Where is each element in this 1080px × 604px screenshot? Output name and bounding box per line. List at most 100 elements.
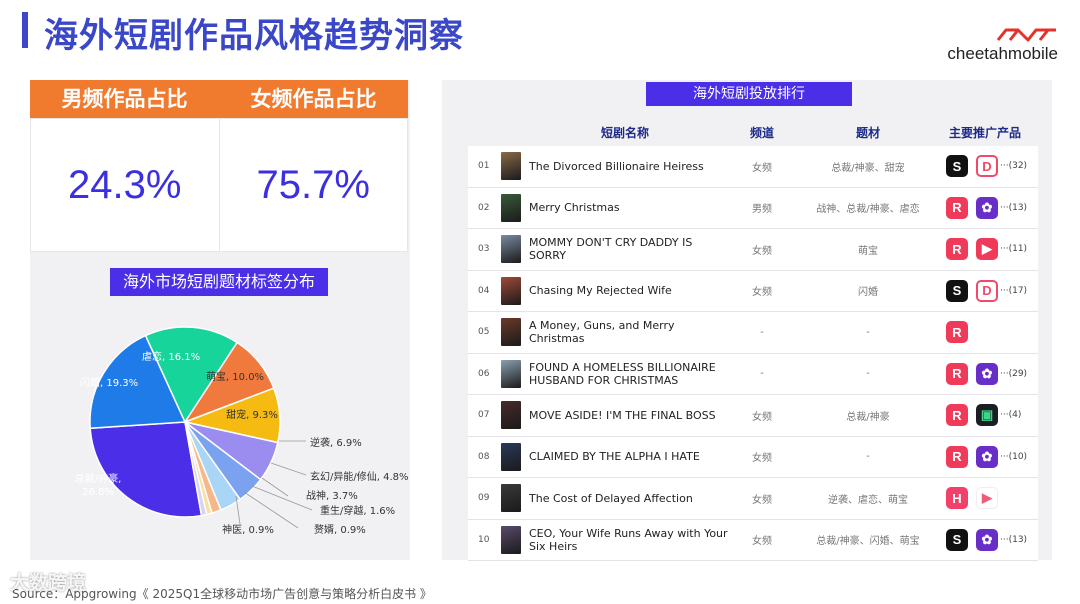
app-count: ···(17) [1000,285,1028,296]
table-row[interactable]: 03 MOMMY DON'T CRY DADDY IS SORRY 女频 萌宝 R ▶ ··… [468,229,1038,271]
app-icon-tiger: ✿ [976,528,998,551]
pie-leader-9 [243,491,299,529]
table-row[interactable]: 02 Merry Christmas 男频 战神、总裁/神豪、虐恋 R ✿ ···(13) [468,188,1038,229]
app-icon-green-tv: ▣ [976,404,998,427]
col-header-channel: 频道 [749,126,774,140]
female-ratio-label: 女频作品占比 [250,87,377,111]
pie-label-7: 战神, 3.7% [306,489,358,502]
app-count: ···(13) [1000,534,1028,545]
pie-label-4: 甜宠, 9.3% [226,408,278,421]
app-icon-video: ▶ [976,487,998,510]
genre-cell: 逆袭、虐恋、萌宝 [828,494,908,506]
app-count: ···(4) [1000,410,1022,421]
ranking-table: 01 The Divorced Billionaire Heiress 女频 总裁/神… [468,146,1038,561]
rank-number: 05 [478,327,490,338]
rank-number: 02 [478,202,490,213]
male-ratio-value: 24.3% [68,162,182,207]
poster-thumbnail [501,318,521,346]
drama-title: A Money, Guns, and Merry Christmas [529,319,675,346]
app-icon-play: ▶ [976,238,998,261]
genre-cell: 总裁/神豪 [846,411,890,423]
rank-number: 01 [478,161,490,172]
drama-title: FOUND A HOMELESS BILLIONAIRE HUSBAND FOR… [529,360,716,387]
app-icon-s: S [946,528,968,551]
drama-title: MOMMY DON'T CRY DADDY IS SORRY [529,236,693,263]
rank-number: 08 [478,451,490,462]
page-title: 海外短剧作品风格趋势洞察 [44,16,464,56]
female-ratio-value: 75.7% [218,119,408,251]
poster-thumbnail [501,525,521,554]
channel-cell: 男频 [752,204,772,216]
title-accent-bar [22,12,28,48]
drama-title: The Divorced Billionaire Heiress [529,159,704,173]
poster-thumbnail [501,152,521,180]
pie-label-1: 闪婚, 19.3% [80,376,138,389]
table-row[interactable]: 07 MOVE ASIDE! I'M THE FINAL BOSS 女频 总裁/神豪 R… [468,395,1038,437]
drama-title: CLAIMED BY THE ALPHA I HATE [529,450,700,464]
table-row[interactable]: 10 CEO, Your Wife Runs Away with Your Six… [468,520,1038,561]
rank-number: 06 [478,368,490,379]
pie-chart-area: 总裁/神豪, 26.8% 闪婚, 19.3% 虐恋, 16.1% 萌宝, 10.0% 甜宠… [30,300,410,560]
channel-cell: - [760,368,764,380]
pie-label-9: 赘婿, 0.9% [314,523,366,536]
promo-apps: R ✿ ···(10) [946,437,1027,478]
drama-title: The Cost of Delayed Affection [529,491,693,505]
rank-number: 09 [478,493,490,504]
genre-cell: 总裁/神豪、闪婚、萌宝 [816,536,920,548]
cheetah-mobile-logo: cheetahmobile [928,28,1058,68]
app-icon-reelshort: R [946,196,968,219]
app-icon-reelshort: R [946,321,968,344]
app-icon-tiger: ✿ [976,445,998,468]
app-icon-tiger: ✿ [976,362,998,385]
pie-label-5: 逆袭, 6.9% [310,436,362,449]
app-icon-reelshort: R [946,445,968,468]
male-ratio-label: 男频作品占比 [61,87,188,111]
pie-leader-7 [261,477,289,497]
poster-thumbnail [501,401,521,429]
poster-thumbnail [501,484,521,512]
rank-number: 03 [478,244,490,255]
pie-label-3: 萌宝, 10.0% [206,370,264,383]
rank-number: 07 [478,410,490,421]
genre-cell: 萌宝 [858,245,878,257]
app-count: ···(10) [1000,451,1028,462]
pie-label-2: 虐恋, 16.1% [142,350,200,363]
rank-number: 04 [478,285,490,296]
promo-apps: H ▶ [946,478,1006,519]
app-icon-s: S [946,155,968,178]
genre-cell: - [866,326,870,338]
drama-title: Merry Christmas [529,201,620,215]
table-row[interactable]: 01 The Divorced Billionaire Heiress 女频 总裁/神… [468,146,1038,188]
col-header-genre: 题材 [855,126,880,140]
channel-cell: - [760,326,764,338]
table-row[interactable]: 06 FOUND A HOMELESS BILLIONAIRE HUSBAND F… [468,354,1038,395]
stat-values: 24.3% 75.7% [30,118,408,252]
app-icon-h: H [946,487,968,510]
poster-thumbnail [501,193,521,222]
poster-thumbnail [501,359,521,388]
table-row[interactable]: 09 The Cost of Delayed Affection 女频 逆袭、虐恋、萌… [468,478,1038,520]
channel-cell: 女频 [752,245,772,257]
pie-leader-8 [251,485,313,511]
poster-thumbnail [501,235,521,263]
genre-cell: 战神、总裁/神豪、虐恋 [816,204,920,216]
app-icon-dramabox: D [976,155,998,178]
poster-thumbnail [501,276,521,305]
promo-apps: R ▣ ···(4) [946,395,1021,436]
channel-cell: 女频 [752,494,772,506]
col-header-apps: 主要推广产品 [948,126,1021,140]
app-count: ···(32) [1000,161,1028,172]
rank-number: 10 [478,534,490,545]
table-row[interactable]: 04 Chasing My Rejected Wife 女频 闪婚 S D ···(17) [468,271,1038,312]
table-row[interactable]: 08 CLAIMED BY THE ALPHA I HATE 女频 - R ✿ ···(10… [468,437,1038,478]
app-count: ···(11) [1000,244,1028,255]
promo-apps: R ✿ ···(13) [946,188,1027,229]
app-count: ···(29) [1000,368,1028,379]
genre-cell: - [866,368,870,380]
channel-cell: 女频 [752,411,772,423]
table-row[interactable]: 05 A Money, Guns, and Merry Christmas - - R [468,312,1038,354]
drama-title: CEO, Your Wife Runs Away with Your Six H… [529,526,728,553]
drama-title: MOVE ASIDE! I'M THE FINAL BOSS [529,408,716,422]
app-count: ···(13) [1000,202,1028,213]
col-header-name: 短剧名称 [600,126,649,140]
